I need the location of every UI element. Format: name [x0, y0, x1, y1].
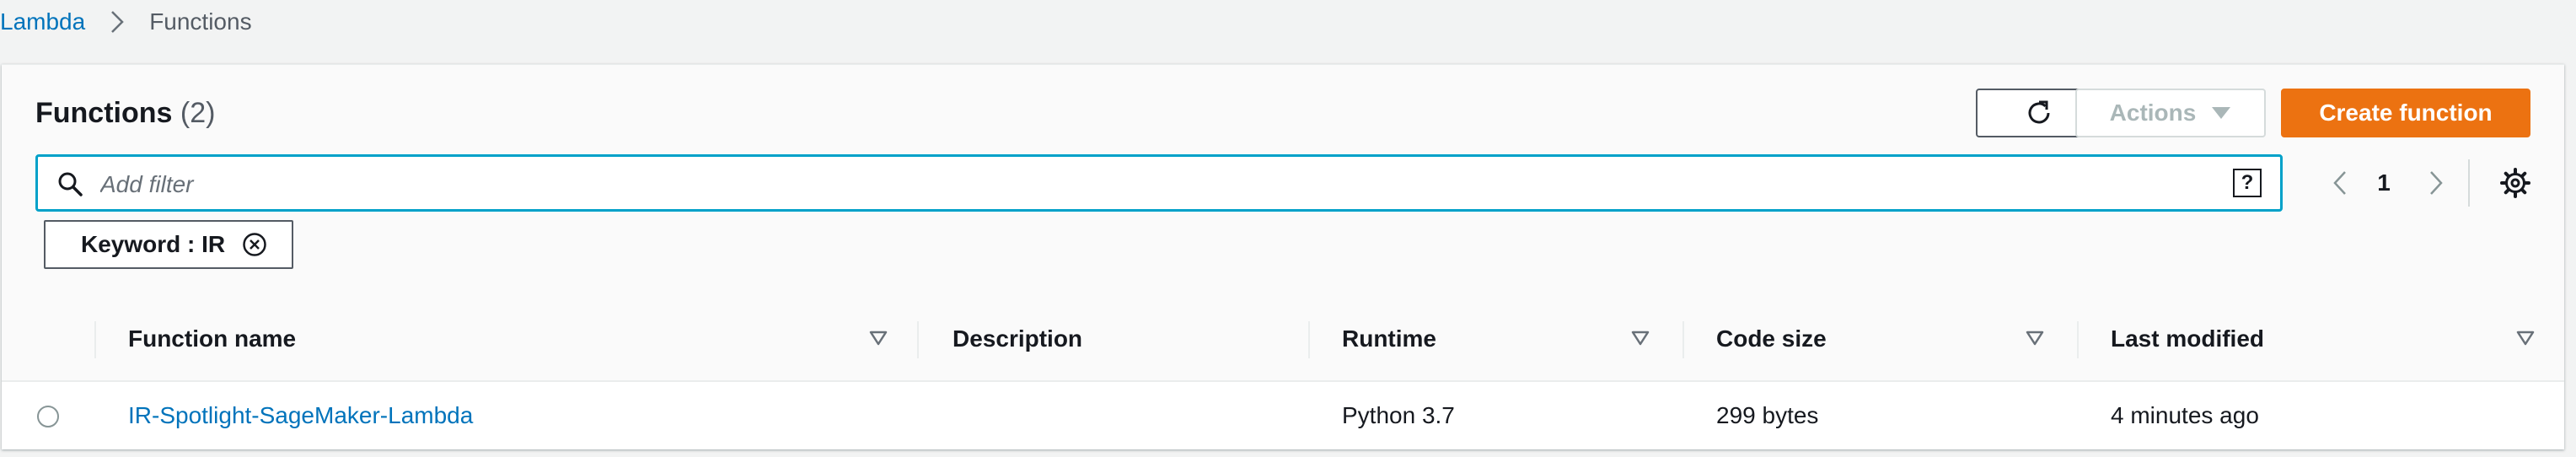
- filter-token-label: Keyword : IR: [81, 231, 226, 257]
- column-divider: [1308, 321, 1310, 358]
- previous-page-button[interactable]: [2323, 164, 2357, 202]
- column-divider: [2077, 321, 2079, 358]
- functions-panel: Functions (2) Actions Create function ? …: [2, 64, 2564, 449]
- filter-bar: ?: [35, 154, 2283, 212]
- help-icon[interactable]: ?: [2233, 169, 2262, 197]
- column-last-modified[interactable]: Last modified: [2111, 298, 2264, 380]
- preferences-button[interactable]: [2495, 163, 2536, 203]
- title-text: Functions: [35, 97, 173, 129]
- sort-icon[interactable]: [2515, 328, 2536, 348]
- function-last-modified: 4 minutes ago: [2111, 402, 2259, 428]
- next-page-button[interactable]: [2419, 164, 2453, 202]
- function-runtime: Python 3.7: [1342, 402, 1455, 428]
- column-code-size[interactable]: Code size: [1716, 298, 1827, 380]
- filter-input[interactable]: [99, 165, 2209, 204]
- gear-icon: [2500, 168, 2530, 198]
- caret-down-icon: [2212, 107, 2231, 119]
- function-code-size: 299 bytes: [1716, 402, 1819, 428]
- function-name-link[interactable]: IR-Spotlight-SageMaker-Lambda: [128, 382, 473, 449]
- column-divider: [1682, 321, 1684, 358]
- sort-icon[interactable]: [868, 328, 888, 348]
- page-number[interactable]: 1: [2367, 164, 2401, 202]
- column-divider: [94, 321, 96, 358]
- column-divider: [917, 321, 919, 358]
- sort-icon[interactable]: [1630, 328, 1650, 348]
- clear-icon[interactable]: [242, 232, 267, 257]
- filter-token: Keyword : IR: [44, 220, 293, 269]
- column-runtime[interactable]: Runtime: [1342, 298, 1436, 380]
- actions-label: Actions: [2109, 99, 2197, 126]
- chevron-right-icon: [100, 7, 134, 37]
- chevron-right-icon: [2430, 171, 2443, 195]
- sort-icon[interactable]: [2025, 328, 2045, 348]
- search-icon: [58, 172, 83, 196]
- row-select-radio[interactable]: [37, 406, 59, 427]
- chevron-left-icon: [2333, 171, 2346, 195]
- table-header: Function name Description Runtime Code s…: [2, 298, 2564, 382]
- table-row[interactable]: IR-Spotlight-SageMaker-Lambda Python 3.7…: [2, 382, 2564, 449]
- column-description: Description: [953, 325, 1083, 352]
- divider: [2468, 159, 2470, 207]
- create-function-button[interactable]: Create function: [2281, 89, 2530, 137]
- breadcrumb-lambda-link[interactable]: Lambda: [0, 8, 85, 35]
- column-function-name[interactable]: Function name: [128, 298, 296, 380]
- breadcrumb: Lambda Functions: [0, 7, 252, 37]
- function-count: (2): [180, 97, 216, 129]
- page-title: Functions (2): [35, 97, 215, 130]
- refresh-icon: [2028, 100, 2050, 124]
- panel-header: Functions (2) Actions Create function ? …: [2, 65, 2564, 299]
- breadcrumb-current: Functions: [149, 8, 252, 35]
- actions-dropdown[interactable]: Actions: [2075, 89, 2266, 137]
